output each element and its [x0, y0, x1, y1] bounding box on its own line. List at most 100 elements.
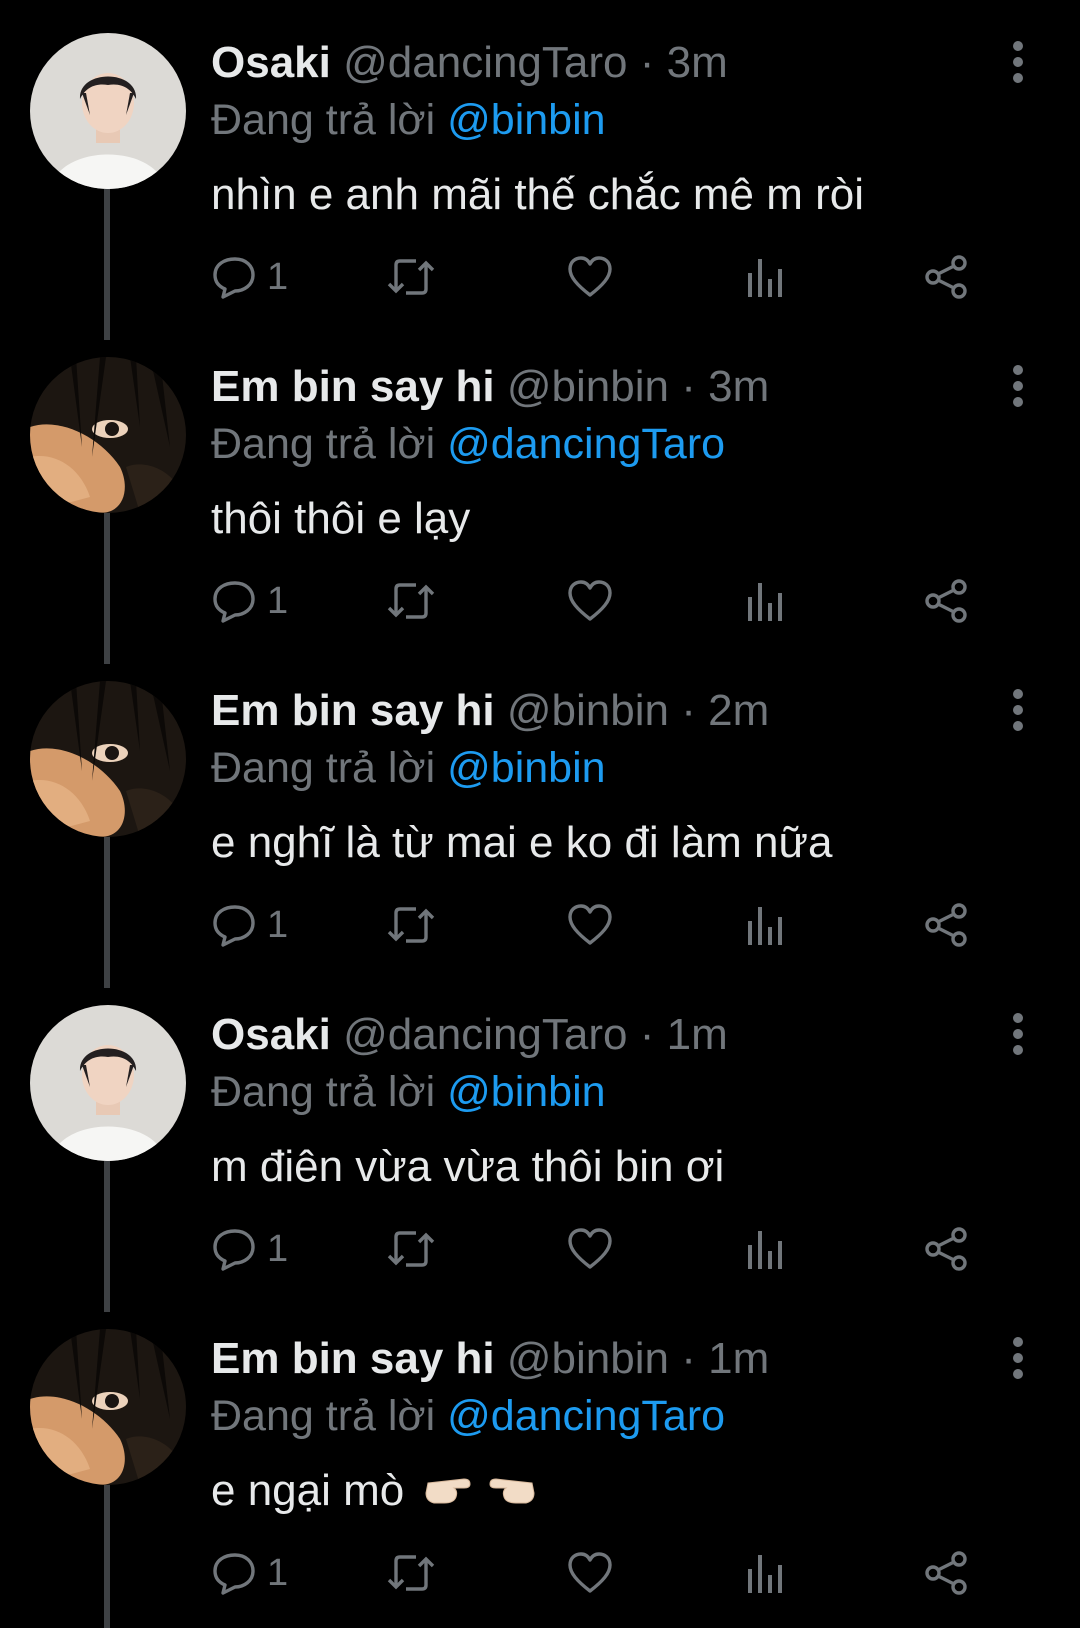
binbin-avatar[interactable]	[30, 681, 186, 837]
replying-to-label: Đang trả lời	[211, 96, 436, 144]
tweet[interactable]: Em bin say hi @binbin · 3m Đang trả lời …	[0, 324, 1080, 664]
display-name[interactable]: Osaki	[211, 38, 331, 87]
views-button[interactable]	[746, 576, 786, 626]
share-icon	[923, 1551, 969, 1595]
thread-connector-line	[104, 837, 110, 988]
tweet-text: e nghĩ là từ mai e ko đi làm nữa	[211, 818, 833, 867]
share-button[interactable]	[923, 900, 969, 950]
reply-count: 1	[267, 580, 289, 622]
reply-icon	[211, 1227, 257, 1271]
action-bar: 1	[211, 252, 1031, 302]
osaki-avatar[interactable]	[30, 33, 186, 189]
separator-dot: ·	[639, 38, 655, 87]
pointing-fingers-emoji: 👉👈	[424, 1465, 536, 1522]
tweet-text: thôi thôi e lạy	[211, 494, 471, 543]
retweet-button[interactable]	[386, 900, 436, 950]
like-button[interactable]	[567, 1548, 613, 1598]
more-icon[interactable]	[1004, 688, 1032, 732]
replying-to-handle[interactable]: @binbin	[447, 744, 605, 792]
user-handle[interactable]: @dancingTaro	[343, 1010, 627, 1059]
timestamp[interactable]: 2m	[708, 686, 769, 735]
views-button[interactable]	[746, 900, 786, 950]
display-name[interactable]: Em bin say hi	[211, 362, 495, 411]
replying-to: Đang trả lời @binbin	[211, 1067, 606, 1117]
binbin-avatar[interactable]	[30, 357, 186, 513]
reply-count: 1	[267, 904, 289, 946]
reply-button[interactable]: 1	[211, 1548, 288, 1598]
replying-to-handle[interactable]: @dancingTaro	[447, 1392, 725, 1440]
tweet-header: Em bin say hi @binbin · 2m	[211, 686, 769, 736]
reply-button[interactable]: 1	[211, 252, 288, 302]
share-button[interactable]	[923, 1548, 969, 1598]
reply-count: 1	[267, 256, 289, 298]
replying-to-label: Đang trả lời	[211, 1068, 436, 1116]
action-bar: 1	[211, 576, 1031, 626]
tweet[interactable]: Em bin say hi @binbin · 2m Đang trả lời …	[0, 648, 1080, 988]
share-button[interactable]	[923, 576, 969, 626]
display-name[interactable]: Em bin say hi	[211, 686, 495, 735]
display-name[interactable]: Em bin say hi	[211, 1334, 495, 1383]
retweet-button[interactable]	[386, 576, 436, 626]
more-icon[interactable]	[1004, 40, 1032, 84]
retweet-button[interactable]	[386, 1224, 436, 1274]
timestamp[interactable]: 1m	[667, 1010, 728, 1059]
share-icon	[923, 903, 969, 947]
like-button[interactable]	[567, 576, 613, 626]
separator-dot: ·	[681, 1334, 696, 1383]
share-icon	[923, 255, 969, 299]
user-handle[interactable]: @binbin	[507, 1334, 669, 1383]
views-icon	[746, 579, 786, 623]
replying-to: Đang trả lời @dancingTaro	[211, 419, 725, 469]
user-handle[interactable]: @binbin	[507, 362, 669, 411]
action-bar: 1	[211, 1224, 1031, 1274]
thread-connector-line	[104, 189, 110, 340]
reply-button[interactable]: 1	[211, 576, 288, 626]
share-icon	[923, 579, 969, 623]
display-name[interactable]: Osaki	[211, 1010, 331, 1059]
user-handle[interactable]: @dancingTaro	[343, 38, 627, 87]
more-icon[interactable]	[1004, 1012, 1032, 1056]
reply-button[interactable]: 1	[211, 900, 288, 950]
tweet[interactable]: Osaki @dancingTaro · 1m Đang trả lời @bi…	[0, 972, 1080, 1312]
binbin-avatar[interactable]	[30, 1329, 186, 1485]
retweet-icon	[386, 255, 436, 299]
reply-button[interactable]: 1	[211, 1224, 288, 1274]
like-icon	[567, 1551, 613, 1595]
share-button[interactable]	[923, 1224, 969, 1274]
reply-count: 1	[267, 1228, 289, 1270]
like-button[interactable]	[567, 252, 613, 302]
timestamp[interactable]: 3m	[708, 362, 769, 411]
views-button[interactable]	[746, 1548, 786, 1598]
separator-dot: ·	[639, 1010, 655, 1059]
replying-to-label: Đang trả lời	[211, 744, 436, 792]
timestamp[interactable]: 3m	[667, 38, 728, 87]
like-icon	[567, 579, 613, 623]
reply-icon	[211, 903, 257, 947]
replying-to-handle[interactable]: @binbin	[447, 1068, 605, 1116]
views-button[interactable]	[746, 1224, 786, 1274]
like-button[interactable]	[567, 1224, 613, 1274]
osaki-avatar[interactable]	[30, 1005, 186, 1161]
like-button[interactable]	[567, 900, 613, 950]
retweet-button[interactable]	[386, 252, 436, 302]
views-button[interactable]	[746, 252, 786, 302]
tweet[interactable]: Osaki @dancingTaro · 3m Đang trả lời @bi…	[0, 0, 1080, 340]
tweet-header: Em bin say hi @binbin · 3m	[211, 362, 769, 412]
reply-count: 1	[267, 1552, 289, 1594]
replying-to-handle[interactable]: @binbin	[447, 96, 605, 144]
retweet-icon	[386, 903, 436, 947]
reply-icon	[211, 255, 257, 299]
thread-connector-line	[104, 1161, 110, 1312]
share-button[interactable]	[923, 252, 969, 302]
tweet-header: Em bin say hi @binbin · 1m	[211, 1334, 769, 1384]
replying-to-handle[interactable]: @dancingTaro	[447, 420, 725, 468]
user-handle[interactable]: @binbin	[507, 686, 669, 735]
action-bar: 1	[211, 1548, 1031, 1598]
tweet[interactable]: Em bin say hi @binbin · 1m Đang trả lời …	[0, 1296, 1080, 1628]
tweet-text: nhìn e anh mãi thế chắc mê m ròi	[211, 170, 864, 219]
retweet-button[interactable]	[386, 1548, 436, 1598]
tweet-text: m điên vừa vừa thôi bin ơi	[211, 1142, 725, 1191]
timestamp[interactable]: 1m	[708, 1334, 769, 1383]
more-icon[interactable]	[1004, 364, 1032, 408]
more-icon[interactable]	[1004, 1336, 1032, 1380]
